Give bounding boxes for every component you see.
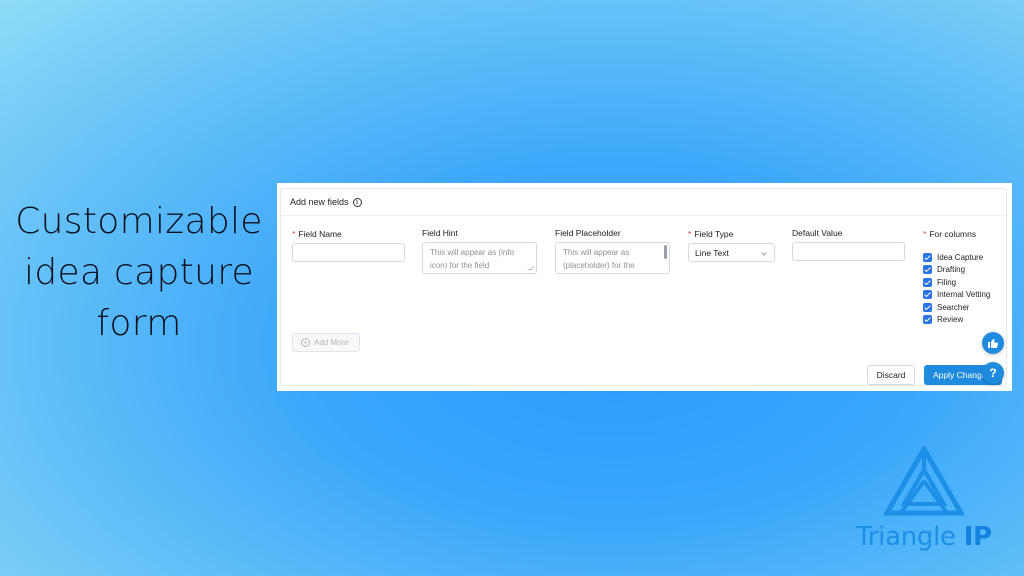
field-type-select[interactable]: Line Text — [688, 243, 775, 262]
help-button[interactable]: ? — [982, 362, 1004, 384]
checkbox-checked-icon[interactable] — [923, 290, 932, 300]
field-placeholder-textarea[interactable]: This will appear as (placeholder) for th… — [555, 242, 670, 274]
field-hint-placeholder-line-1: This will appear as (info — [430, 248, 515, 257]
column-option[interactable]: Searcher — [923, 301, 990, 314]
field-name-input[interactable] — [292, 243, 405, 262]
brand-name: Triangle IP — [856, 522, 992, 552]
checkbox-checked-icon[interactable] — [923, 315, 932, 325]
field-hint-placeholder-line-2: icon) for the field — [430, 261, 490, 270]
default-value-label: Default Value — [792, 228, 843, 238]
plus-circle-icon: + — [301, 338, 310, 347]
headline-line-3: form — [96, 303, 182, 344]
field-name-label: * Field Name — [292, 229, 342, 239]
brand-name-part2: IP — [963, 522, 992, 552]
checkbox-checked-icon[interactable] — [923, 277, 932, 287]
default-value-input[interactable] — [792, 242, 905, 261]
slide-headline: Customizable idea capture form — [14, 196, 264, 349]
column-option[interactable]: Drafting — [923, 264, 990, 277]
field-placeholder-line-2: (placeholder) for the — [563, 261, 635, 270]
info-icon[interactable]: i — [352, 197, 362, 207]
help-icon: ? — [989, 366, 997, 380]
field-placeholder-line-1: This will appear as — [563, 248, 630, 257]
checkbox-checked-icon[interactable] — [923, 252, 932, 262]
add-more-button[interactable]: + Add More — [292, 333, 360, 352]
headline-line-2: idea capture — [24, 252, 254, 293]
card-title: Add new fields — [290, 197, 349, 207]
brand-name-part1: Triangle — [856, 522, 964, 552]
column-option[interactable]: Filing — [923, 276, 990, 289]
checkbox-checked-icon[interactable] — [923, 302, 932, 312]
field-hint-textarea[interactable]: This will appear as (info icon) for the … — [422, 242, 537, 274]
add-more-label: Add More — [314, 338, 349, 347]
field-placeholder-label: Field Placeholder — [555, 228, 621, 238]
column-option[interactable]: Review — [923, 314, 990, 327]
triangle-logo-icon — [884, 446, 964, 516]
add-fields-card: Add new fields i * Field Name Field Hint … — [280, 188, 1007, 386]
checkbox-checked-icon[interactable] — [923, 265, 932, 275]
card-header: Add new fields i — [281, 189, 1006, 216]
discard-button[interactable]: Discard — [867, 365, 915, 385]
field-hint-label: Field Hint — [422, 228, 458, 238]
textarea-scrollbar[interactable] — [664, 245, 667, 259]
required-marker: * — [292, 229, 296, 239]
column-checkbox-list: Idea Capture Drafting Filing Internal Ve… — [923, 251, 990, 326]
headline-line-1: Customizable — [15, 201, 263, 242]
form-screenshot-panel: Add new fields i * Field Name Field Hint … — [277, 183, 1012, 391]
field-type-value: Line Text — [695, 247, 729, 258]
thumbs-up-icon — [988, 338, 998, 348]
column-option[interactable]: Internal Vetting — [923, 289, 990, 302]
for-columns-label: * For columns — [923, 229, 977, 239]
thumbs-up-button[interactable] — [982, 332, 1004, 354]
field-type-label: * Field Type — [688, 229, 734, 239]
resize-handle-icon[interactable] — [527, 266, 535, 270]
chevron-down-icon — [761, 250, 767, 256]
column-option[interactable]: Idea Capture — [923, 251, 990, 264]
